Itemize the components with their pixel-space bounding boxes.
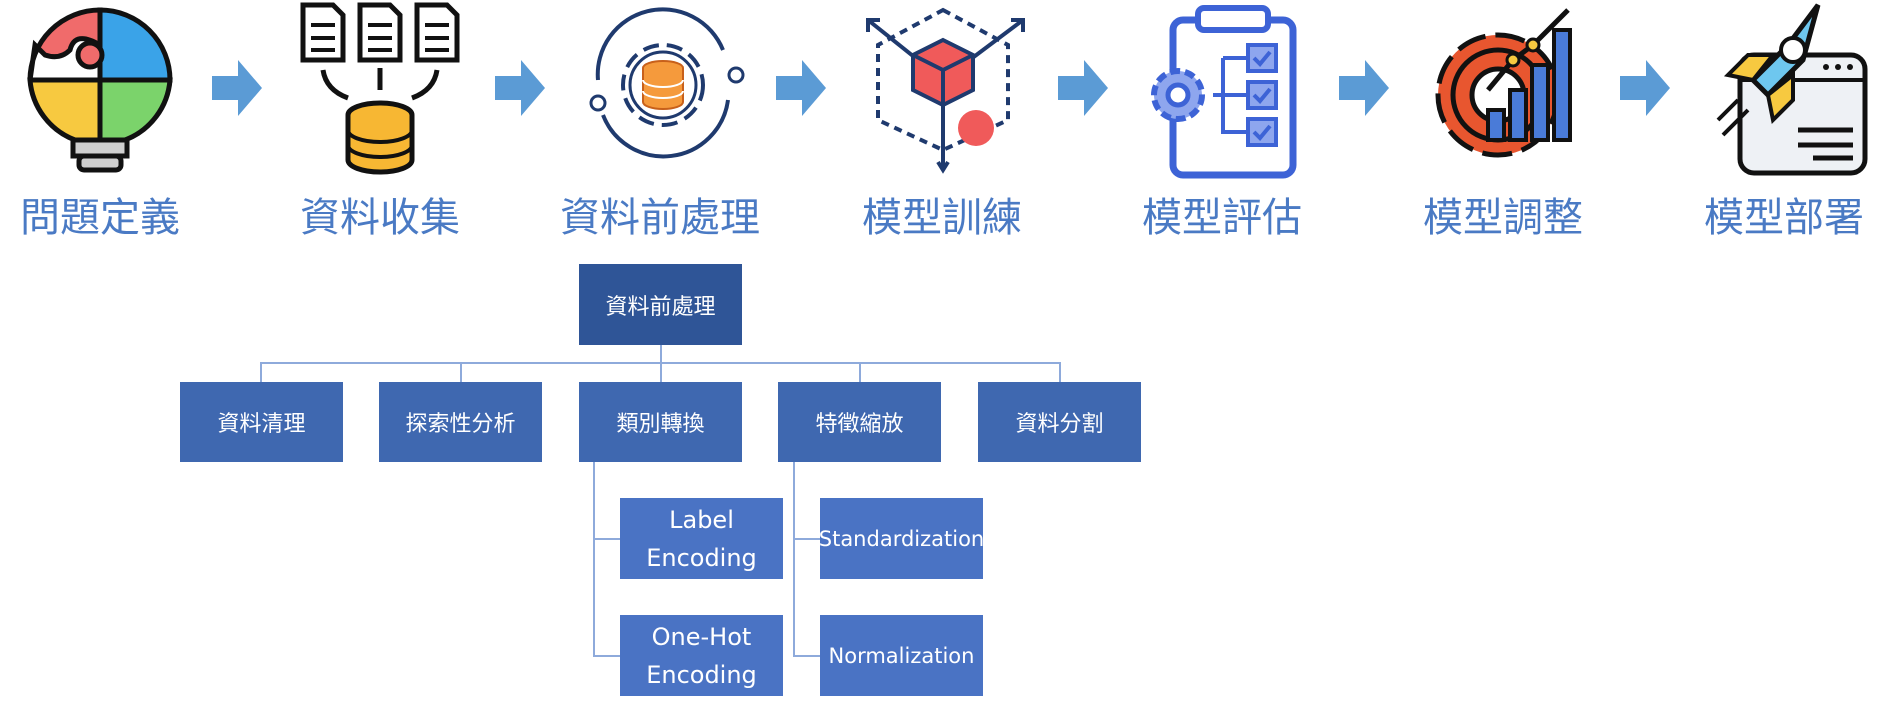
connector-child-3 (660, 362, 662, 382)
tree-node-data-cleaning: 資料清理 (180, 382, 343, 462)
connector-child-5 (1059, 362, 1061, 382)
puzzle-lightbulb-icon (15, 0, 185, 180)
connector-scaling-vertical (793, 462, 795, 657)
tree-leaf-label-encoding: Label Encoding (620, 498, 783, 579)
step-label-data-collection: 資料收集 (300, 195, 460, 241)
connector-child-1 (260, 362, 262, 382)
tree-root-data-preprocessing: 資料前處理 (579, 264, 742, 345)
tree-leaf-standardization: Standardization (819, 498, 984, 579)
step-label-model-evaluation: 模型評估 (1142, 195, 1302, 241)
tree-leaf-one-hot-encoding: One-Hot Encoding (620, 615, 783, 696)
3d-cube-icon (858, 0, 1028, 180)
tree-node-data-split: 資料分割 (978, 382, 1141, 462)
clipboard-checklist-icon (1138, 0, 1308, 180)
arrow-right-icon (1620, 60, 1670, 116)
connector-category-sub-2 (593, 655, 620, 657)
rocket-browser-icon (1698, 0, 1868, 180)
step-label-model-deployment: 模型部署 (1704, 195, 1864, 241)
connector-category-sub-1 (593, 538, 620, 540)
arrow-right-icon (1339, 60, 1389, 116)
arrow-right-icon (776, 60, 826, 116)
connector-child-4 (859, 362, 861, 382)
connector-scaling-sub-1 (793, 538, 820, 540)
tree-node-category-conversion: 類別轉換 (579, 382, 742, 462)
step-label-problem-definition: 問題定義 (20, 195, 180, 241)
tree-leaf-normalization: Normalization (820, 615, 983, 696)
gear-database-cycle-icon (578, 0, 748, 180)
arrow-right-icon (1058, 60, 1108, 116)
connector-root-down (660, 345, 662, 363)
connector-child-2 (460, 362, 462, 382)
connector-scaling-sub-2 (793, 655, 820, 657)
documents-database-icon (298, 0, 468, 180)
gear-bar-chart-icon (1418, 0, 1588, 180)
arrow-right-icon (495, 60, 545, 116)
connector-category-vertical (593, 462, 595, 657)
step-label-model-tuning: 模型調整 (1423, 195, 1583, 241)
arrow-right-icon (212, 60, 262, 116)
step-label-data-preprocessing: 資料前處理 (560, 195, 760, 241)
tree-node-feature-scaling: 特徵縮放 (778, 382, 941, 462)
tree-node-exploratory-analysis: 探索性分析 (379, 382, 542, 462)
step-label-model-training: 模型訓練 (862, 195, 1022, 241)
